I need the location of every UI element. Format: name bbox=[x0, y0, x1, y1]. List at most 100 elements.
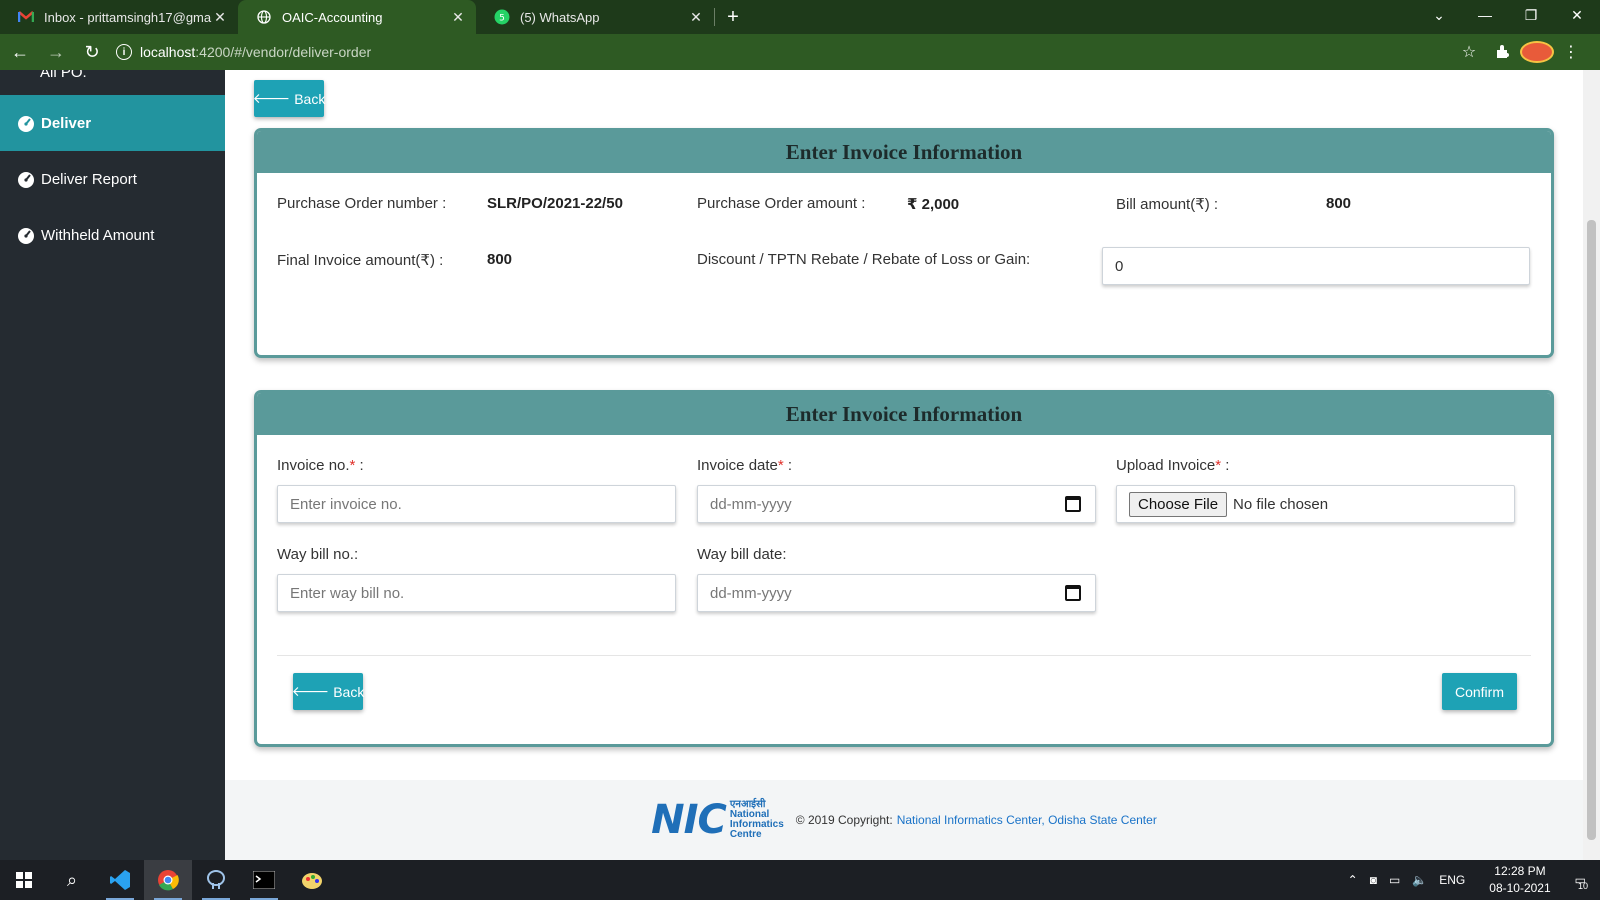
notification-count: 10 bbox=[1577, 881, 1588, 891]
card-title: Enter Invoice Information bbox=[257, 393, 1551, 435]
restore-icon[interactable]: ❐ bbox=[1508, 0, 1554, 30]
invoice-entry-card: Enter Invoice Information Invoice no.* :… bbox=[254, 390, 1554, 747]
tab-gmail[interactable]: Inbox - prittamsingh17@gmail.co ✕ bbox=[0, 0, 238, 34]
sidebar-item-label: Withheld Amount bbox=[41, 226, 155, 244]
reload-icon[interactable]: ↻ bbox=[76, 36, 108, 68]
windows-taskbar: ⌕ ⌃ ◙ ▭ 🔈 ENG 12:28 PM 08-10-2021 ▭ 10 bbox=[0, 860, 1600, 900]
upload-invoice-input[interactable]: Choose File No file chosen bbox=[1116, 485, 1515, 523]
volume-icon[interactable]: 🔈 bbox=[1412, 873, 1427, 887]
placeholder: dd-mm-yyyy bbox=[710, 584, 792, 602]
nic-link[interactable]: National Informatics Center, Odisha Stat… bbox=[897, 813, 1157, 827]
toolbar-actions: ☆ ⋮ bbox=[1452, 41, 1588, 63]
dashboard-gauge-icon bbox=[18, 116, 34, 132]
network-icon[interactable]: ▭ bbox=[1389, 873, 1400, 887]
sidebar-item-withheld-amount[interactable]: Withheld Amount bbox=[0, 207, 225, 263]
calendar-icon[interactable] bbox=[1065, 496, 1081, 512]
back-button[interactable]: 🡐 Back bbox=[292, 673, 364, 710]
system-tray: ⌃ ◙ ▭ 🔈 ENG 12:28 PM 08-10-2021 ▭ 10 bbox=[1342, 860, 1600, 900]
vscode-icon[interactable] bbox=[96, 860, 144, 900]
required-asterisk: * bbox=[349, 457, 356, 474]
browser-tabstrip: Inbox - prittamsingh17@gmail.co ✕ OAIC-A… bbox=[0, 0, 1600, 34]
info-icon[interactable]: i bbox=[116, 44, 132, 60]
globe-icon bbox=[256, 9, 272, 25]
final-invoice-value: 800 bbox=[487, 251, 513, 268]
tab-oaic-accounting[interactable]: OAIC-Accounting ✕ bbox=[238, 0, 476, 34]
tab-whatsapp[interactable]: 5 (5) WhatsApp ✕ bbox=[476, 0, 714, 34]
tab-title: (5) WhatsApp bbox=[520, 9, 600, 25]
whatsapp-icon: 5 bbox=[494, 9, 510, 25]
close-icon[interactable]: ✕ bbox=[688, 9, 704, 26]
waybill-no-input[interactable]: Enter way bill no. bbox=[277, 574, 676, 612]
footer: NIC एनआईसी National Informatics Centre ©… bbox=[225, 780, 1583, 860]
sidebar-item-label: Deliver Report bbox=[41, 170, 137, 188]
nic-logo-mark: NIC bbox=[651, 797, 727, 843]
discount-input[interactable]: 0 bbox=[1102, 247, 1530, 285]
window-controls: ⌄ — ❐ ✕ bbox=[1416, 0, 1600, 34]
bookmark-star-icon[interactable]: ☆ bbox=[1452, 42, 1486, 62]
divider bbox=[277, 655, 1531, 656]
url-host: localhost bbox=[140, 44, 196, 60]
po-amount-value: ₹ 2,000 bbox=[907, 196, 960, 213]
nic-logo-text: एनआईसी National Informatics Centre bbox=[730, 800, 784, 840]
paint-icon[interactable] bbox=[288, 860, 336, 900]
clock[interactable]: 12:28 PM 08-10-2021 bbox=[1483, 863, 1556, 897]
page-scrollbar[interactable] bbox=[1583, 70, 1600, 860]
tab-title: OAIC-Accounting bbox=[282, 9, 383, 25]
chrome-icon[interactable] bbox=[144, 860, 192, 900]
forward-arrow-icon[interactable]: → bbox=[40, 36, 72, 68]
dashboard-gauge-icon bbox=[18, 172, 34, 188]
close-icon[interactable]: ✕ bbox=[212, 9, 228, 26]
scrollbar-thumb[interactable] bbox=[1587, 220, 1596, 840]
waybill-date-input[interactable]: dd-mm-yyyy bbox=[697, 574, 1096, 612]
browser-toolbar: ← → ↻ i localhost :4200/#/vendor/deliver… bbox=[0, 34, 1600, 70]
url-path: :4200/#/vendor/deliver-order bbox=[195, 44, 372, 60]
sidebar-item-deliver[interactable]: Deliver bbox=[0, 95, 225, 151]
invoice-date-input[interactable]: dd-mm-yyyy bbox=[697, 485, 1096, 523]
upload-invoice-label: Upload Invoice* : bbox=[1116, 457, 1230, 474]
waybill-date-label: Way bill date: bbox=[697, 546, 787, 563]
sidebar-item-label: All PO. bbox=[40, 70, 87, 81]
label-text: Invoice date bbox=[697, 457, 778, 474]
copyright-text: © 2019 Copyright: bbox=[795, 813, 893, 827]
tab-search-icon[interactable]: ⌄ bbox=[1416, 0, 1462, 30]
pgadmin-icon[interactable] bbox=[192, 860, 240, 900]
placeholder: dd-mm-yyyy bbox=[710, 495, 792, 513]
invoice-no-label: Invoice no.* : bbox=[277, 457, 364, 474]
choose-file-button[interactable]: Choose File bbox=[1129, 491, 1228, 517]
close-icon[interactable]: ✕ bbox=[450, 9, 466, 26]
meet-now-icon[interactable]: ◙ bbox=[1370, 873, 1377, 887]
language-indicator[interactable]: ENG bbox=[1439, 873, 1465, 887]
back-arrow-icon[interactable]: ← bbox=[4, 36, 36, 68]
po-number-label: Purchase Order number : bbox=[277, 195, 447, 212]
notification-icon[interactable]: ▭ 10 bbox=[1575, 873, 1588, 891]
calendar-icon[interactable] bbox=[1065, 585, 1081, 601]
chevron-up-icon[interactable]: ⌃ bbox=[1348, 873, 1358, 887]
extensions-icon[interactable] bbox=[1486, 44, 1520, 60]
profile-avatar[interactable] bbox=[1520, 41, 1554, 63]
invoice-no-input[interactable]: Enter invoice no. bbox=[277, 485, 676, 523]
waybill-no-label: Way bill no.: bbox=[277, 546, 359, 563]
required-asterisk: * bbox=[1215, 457, 1222, 474]
tab-title: Inbox - prittamsingh17@gmail.co bbox=[44, 9, 212, 25]
gmail-icon bbox=[18, 9, 34, 25]
sidebar-item-deliver-report[interactable]: Deliver Report bbox=[0, 151, 225, 207]
windows-start-icon[interactable] bbox=[0, 860, 48, 900]
card-title: Enter Invoice Information bbox=[257, 131, 1551, 173]
clock-date: 08-10-2021 bbox=[1489, 881, 1551, 895]
po-number-value: SLR/PO/2021-22/50 bbox=[487, 195, 623, 212]
close-window-icon[interactable]: ✕ bbox=[1554, 0, 1600, 30]
address-bar[interactable]: i localhost :4200/#/vendor/deliver-order bbox=[116, 37, 1452, 67]
confirm-button[interactable]: Confirm bbox=[1442, 673, 1517, 710]
menu-kebab-icon[interactable]: ⋮ bbox=[1554, 42, 1588, 62]
label-text: Invoice no. bbox=[277, 457, 350, 474]
dashboard-gauge-icon bbox=[18, 228, 34, 244]
no-file-text: No file chosen bbox=[1233, 495, 1329, 513]
minimize-icon[interactable]: — bbox=[1462, 0, 1508, 30]
required-asterisk: * bbox=[777, 457, 784, 474]
nic-logo: NIC एनआईसी National Informatics Centre bbox=[651, 797, 784, 843]
search-icon[interactable]: ⌕ bbox=[48, 860, 96, 900]
back-button[interactable]: 🡐 Back bbox=[253, 80, 325, 117]
terminal-icon[interactable] bbox=[240, 860, 288, 900]
sidebar-item-all-po[interactable]: All PO. bbox=[0, 70, 225, 95]
new-tab-button[interactable]: + bbox=[715, 0, 751, 34]
